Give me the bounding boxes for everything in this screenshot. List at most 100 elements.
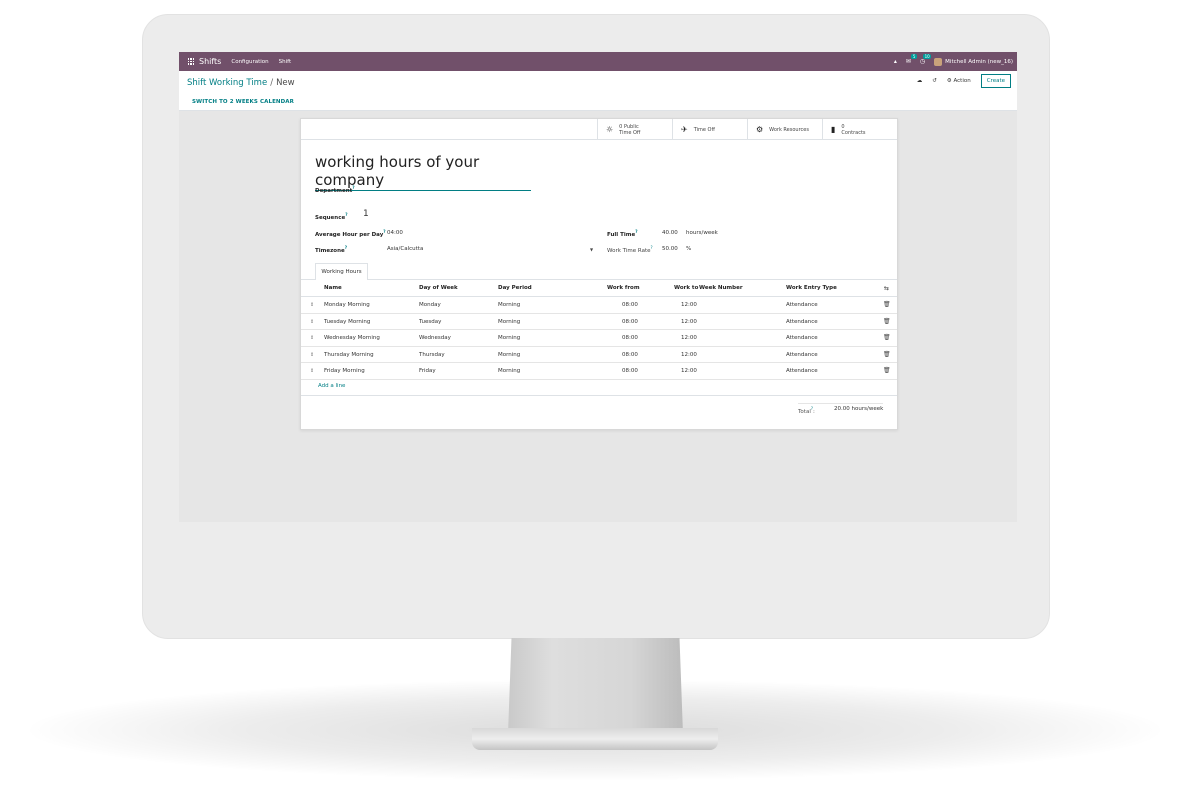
timezone-select[interactable]: Asia/Calcutta	[387, 246, 423, 252]
breadcrumb-separator: /	[270, 78, 274, 88]
activities-icon[interactable]: ◷ 10	[920, 54, 932, 65]
col-day-period[interactable]: Day Period	[498, 285, 532, 291]
table-footer-divider	[301, 395, 897, 396]
cell-day: Friday	[419, 368, 436, 374]
cell-period: Morning	[498, 351, 521, 358]
messages-icon[interactable]: ✉ 5	[906, 54, 917, 65]
time-off-label: Time Off	[693, 126, 715, 133]
drag-handle-icon[interactable]: ⇕	[310, 352, 314, 358]
cell-name: Monday Morning	[324, 302, 370, 308]
col-work-to[interactable]: Work to	[674, 285, 698, 291]
add-line-link[interactable]: Add a line	[318, 383, 345, 389]
switch-calendar-button[interactable]: SWITCH TO 2 WEEKS CALENDAR	[192, 99, 294, 105]
activities-badge: 10	[923, 54, 932, 59]
discard-icon[interactable]: ↺	[932, 78, 937, 84]
col-week-number[interactable]: Week Number	[699, 285, 743, 291]
work-resources-label: Work Resources	[769, 126, 809, 133]
create-button[interactable]: Create	[980, 74, 1011, 88]
tab-working-hours[interactable]: Working Hours	[315, 263, 368, 280]
drag-handle-icon[interactable]: ⇕	[310, 368, 314, 374]
avg-hour-input[interactable]: 04:00	[387, 230, 403, 236]
department-label: Department?	[315, 185, 355, 194]
menu-configuration[interactable]: Configuration	[231, 59, 268, 65]
cell-type: Attendance	[786, 351, 818, 358]
cell-name: Thursday Morning	[324, 351, 374, 358]
total-value: 20.00 hours/week	[834, 406, 884, 412]
plane-icon: ✈	[681, 125, 688, 134]
cogs-icon: ⚙	[756, 125, 764, 134]
cell-period: Morning	[498, 318, 521, 325]
table-row[interactable]: ⇕ Friday Morning Friday Morning 08:00 12…	[301, 363, 897, 380]
optional-columns-icon[interactable]: ⇆	[884, 285, 889, 292]
monitor-screen: Shifts Configuration Shift ▴ ✉ 5 ◷ 10 Mitc…	[179, 52, 1017, 522]
trash-icon[interactable]: 🗑	[883, 367, 891, 374]
cell-type: Attendance	[786, 368, 818, 374]
work-rate-unit: %	[686, 246, 692, 252]
table-header: Name Day of Week Day Period Work from Wo…	[301, 280, 897, 297]
breadcrumb-parent[interactable]: Shift Working Time	[187, 78, 267, 88]
cell-to: 12:00	[681, 302, 697, 308]
action-label: Action	[953, 78, 971, 84]
table-row[interactable]: ⇕ Wednesday Morning Wednesday Morning 08…	[301, 330, 897, 347]
form-sheet: ☼ 0 Public Time Off ✈ Time Off ⚙ Work Res…	[300, 118, 898, 430]
cell-to: 12:00	[681, 351, 697, 358]
table-row[interactable]: ⇕ Thursday Morning Thursday Morning 08:0…	[301, 347, 897, 363]
form-actions: ☁ ↺ ⚙ Action Create	[917, 74, 1011, 88]
cell-day: Thursday	[419, 351, 445, 358]
bell-icon[interactable]: ▴	[894, 58, 897, 65]
work-rate-label: Work Time Rate?	[607, 245, 653, 254]
col-name[interactable]: Name	[324, 285, 342, 291]
monitor-stand-neck	[508, 638, 683, 734]
contracts-label: Contracts	[841, 129, 866, 136]
work-resources-button[interactable]: ⚙ Work Resources	[747, 119, 822, 140]
menu-shift[interactable]: Shift	[279, 59, 292, 65]
public-holiday-icon: ☼	[606, 125, 614, 134]
apps-menu-icon[interactable]	[183, 52, 199, 71]
work-rate-input[interactable]: 50.00	[662, 246, 678, 252]
cell-to: 12:00	[681, 368, 697, 374]
breadcrumb-current: New	[276, 78, 295, 88]
control-panel: Shift Working Time / New ☁ ↺ ⚙ Action Crea…	[179, 71, 1017, 111]
department-input[interactable]	[387, 183, 587, 193]
cell-from: 08:00	[622, 351, 638, 358]
cell-day: Monday	[419, 302, 441, 308]
action-menu[interactable]: ⚙ Action	[947, 78, 971, 84]
cell-type: Attendance	[786, 302, 818, 308]
time-off-button[interactable]: ✈ Time Off	[672, 119, 747, 140]
trash-icon[interactable]: 🗑	[883, 301, 891, 308]
trash-icon[interactable]: 🗑	[883, 334, 891, 341]
cell-period: Morning	[498, 302, 521, 308]
cell-name: Tuesday Morning	[324, 318, 371, 325]
chevron-down-icon[interactable]: ▼	[590, 247, 593, 252]
monitor-stand-base	[472, 728, 718, 750]
table-row[interactable]: ⇕ Monday Morning Monday Morning 08:00 12…	[301, 297, 897, 314]
drag-handle-icon[interactable]: ⇕	[310, 302, 314, 308]
table-row[interactable]: ⇕ Tuesday Morning Tuesday Morning 08:00 …	[301, 314, 897, 330]
contracts-button[interactable]: ▮ 0 Contracts	[822, 119, 897, 140]
trash-icon[interactable]: 🗑	[883, 318, 891, 325]
col-work-from[interactable]: Work from	[607, 285, 640, 291]
full-time-input[interactable]: 40.00	[662, 230, 678, 236]
trash-icon[interactable]: 🗑	[883, 351, 891, 358]
total-label: Total?:	[798, 406, 815, 415]
cell-from: 08:00	[622, 368, 638, 374]
drag-handle-icon[interactable]: ⇕	[310, 335, 314, 341]
app-brand[interactable]: Shifts	[199, 57, 221, 66]
public-time-off-button[interactable]: ☼ 0 Public Time Off	[597, 119, 672, 140]
col-work-entry-type[interactable]: Work Entry Type	[786, 285, 837, 291]
cell-type: Attendance	[786, 335, 818, 341]
cell-to: 12:00	[681, 335, 697, 341]
public-time-off-label: Time Off	[619, 129, 641, 136]
cell-name: Friday Morning	[324, 368, 365, 374]
full-time-unit: hours/week	[686, 230, 718, 236]
col-day-of-week[interactable]: Day of Week	[419, 285, 458, 291]
top-navbar: Shifts Configuration Shift ▴ ✉ 5 ◷ 10 Mitc…	[179, 52, 1017, 71]
sequence-input[interactable]: 1	[363, 209, 369, 219]
save-cloud-icon[interactable]: ☁	[917, 78, 923, 84]
user-menu[interactable]: Mitchell Admin (new_16)	[934, 57, 1013, 66]
cell-type: Attendance	[786, 318, 818, 325]
sequence-label: Sequence?	[315, 212, 348, 221]
drag-handle-icon[interactable]: ⇕	[310, 319, 314, 325]
avatar	[934, 57, 943, 66]
timezone-label: Timezone?	[315, 245, 348, 254]
